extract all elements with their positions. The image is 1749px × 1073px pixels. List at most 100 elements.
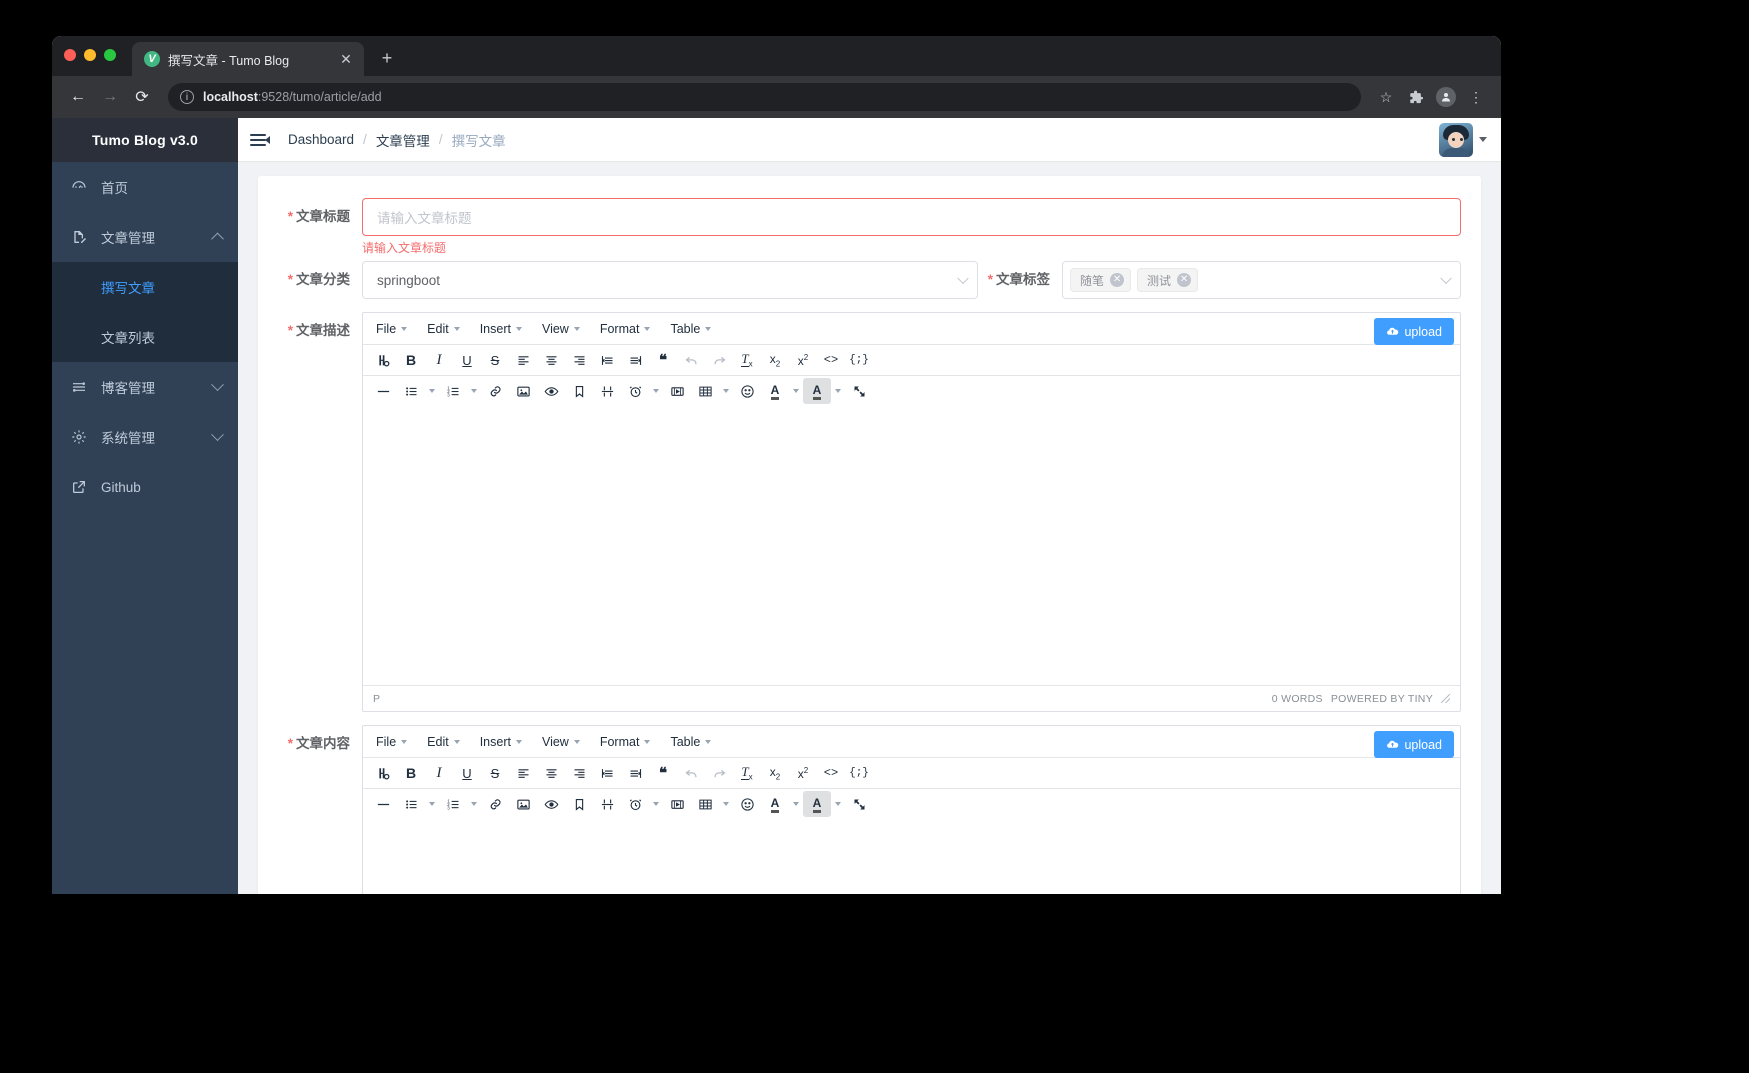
upload-button[interactable]: upload	[1374, 318, 1454, 345]
breadcrumb-item-article-management[interactable]: 文章管理	[376, 130, 430, 150]
remove-format-icon[interactable]: Tx	[733, 347, 761, 373]
bullet-list-dropdown-icon[interactable]	[425, 378, 439, 404]
emoticon-icon[interactable]	[733, 791, 761, 817]
media-icon[interactable]	[663, 791, 691, 817]
outdent-icon[interactable]	[593, 347, 621, 373]
outdent-icon[interactable]	[593, 760, 621, 786]
source-code-icon[interactable]: <>	[817, 760, 845, 786]
align-left-icon[interactable]	[509, 347, 537, 373]
breadcrumb-item-dashboard[interactable]: Dashboard	[288, 132, 354, 147]
source-code-icon[interactable]: <>	[817, 347, 845, 373]
fullscreen-icon[interactable]	[845, 378, 873, 404]
close-window-button[interactable]	[64, 49, 76, 61]
description-edit-area[interactable]	[363, 406, 1460, 685]
preview-icon[interactable]	[537, 378, 565, 404]
user-menu[interactable]	[1439, 122, 1487, 157]
media-icon[interactable]	[663, 378, 691, 404]
reload-button[interactable]: ⟳	[128, 83, 156, 111]
page-break-icon[interactable]	[593, 791, 621, 817]
strikethrough-icon[interactable]: S	[481, 760, 509, 786]
italic-icon[interactable]: I	[425, 347, 453, 373]
align-right-icon[interactable]	[565, 760, 593, 786]
text-color-dropdown-icon[interactable]	[789, 791, 803, 817]
text-color-dropdown-icon[interactable]	[789, 378, 803, 404]
align-center-icon[interactable]	[537, 347, 565, 373]
editor-menu-format[interactable]: Format	[591, 730, 660, 753]
tag-chip[interactable]: 随笔 ✕	[1070, 268, 1132, 292]
editor-menu-file[interactable]: File	[367, 730, 416, 753]
maximize-window-button[interactable]	[104, 49, 116, 61]
redo-icon[interactable]	[705, 347, 733, 373]
bullet-list-dropdown-icon[interactable]	[425, 791, 439, 817]
undo-icon[interactable]	[677, 347, 705, 373]
italic-icon[interactable]: I	[425, 760, 453, 786]
editor-menu-table[interactable]: Table	[661, 317, 720, 340]
hamburger-collapse-icon[interactable]	[250, 130, 272, 150]
text-color-icon[interactable]: A	[761, 791, 789, 817]
numbered-list-icon[interactable]: 123	[439, 791, 467, 817]
background-color-dropdown-icon[interactable]	[831, 378, 845, 404]
editor-menu-view[interactable]: View	[533, 730, 589, 753]
remove-tag-icon[interactable]: ✕	[1110, 273, 1125, 287]
insert-datetime-icon[interactable]	[621, 791, 649, 817]
editor-menu-edit[interactable]: Edit	[418, 730, 469, 753]
background-color-dropdown-icon[interactable]	[831, 791, 845, 817]
browser-menu-icon[interactable]: ⋮	[1463, 84, 1489, 110]
superscript-icon[interactable]: x2	[789, 347, 817, 373]
table-icon[interactable]	[691, 378, 719, 404]
sidebar-item-github[interactable]: Github	[52, 462, 238, 512]
emoticon-icon[interactable]	[733, 378, 761, 404]
link-icon[interactable]	[481, 378, 509, 404]
sidebar-item-home[interactable]: 首页	[52, 162, 238, 212]
searchreplace-icon[interactable]	[369, 347, 397, 373]
numbered-list-dropdown-icon[interactable]	[467, 791, 481, 817]
extensions-icon[interactable]	[1403, 84, 1429, 110]
code-sample-icon[interactable]: {;}	[845, 347, 873, 373]
image-icon[interactable]	[509, 378, 537, 404]
article-category-select[interactable]: springboot	[362, 261, 978, 299]
content-edit-area[interactable]	[363, 819, 1460, 894]
indent-icon[interactable]	[621, 760, 649, 786]
table-dropdown-icon[interactable]	[719, 791, 733, 817]
underline-icon[interactable]: U	[453, 347, 481, 373]
blockquote-icon[interactable]: ❝	[649, 347, 677, 373]
searchreplace-icon[interactable]	[369, 760, 397, 786]
blockquote-icon[interactable]: ❝	[649, 760, 677, 786]
indent-icon[interactable]	[621, 347, 649, 373]
editor-menu-file[interactable]: File	[367, 317, 416, 340]
minimize-window-button[interactable]	[84, 49, 96, 61]
editor-menu-insert[interactable]: Insert	[471, 730, 531, 753]
image-icon[interactable]	[509, 791, 537, 817]
superscript-icon[interactable]: x2	[789, 760, 817, 786]
subscript-icon[interactable]: x2	[761, 760, 789, 786]
editor-menu-view[interactable]: View	[533, 317, 589, 340]
window-traffic-lights[interactable]	[64, 49, 116, 61]
strikethrough-icon[interactable]: S	[481, 347, 509, 373]
undo-icon[interactable]	[677, 760, 705, 786]
numbered-list-dropdown-icon[interactable]	[467, 378, 481, 404]
bullet-list-icon[interactable]	[397, 791, 425, 817]
bold-icon[interactable]: B	[397, 760, 425, 786]
horizontal-rule-icon[interactable]	[369, 791, 397, 817]
sidebar-item-article-management[interactable]: 文章管理	[52, 212, 238, 262]
table-icon[interactable]	[691, 791, 719, 817]
editor-menu-insert[interactable]: Insert	[471, 317, 531, 340]
editor-menu-table[interactable]: Table	[661, 730, 720, 753]
chevron-down-icon[interactable]	[1479, 137, 1487, 142]
fullscreen-icon[interactable]	[845, 791, 873, 817]
preview-icon[interactable]	[537, 791, 565, 817]
back-button[interactable]: ←	[64, 83, 92, 111]
redo-icon[interactable]	[705, 760, 733, 786]
sidebar-subitem-article-list[interactable]: 文章列表	[52, 312, 238, 362]
insert-datetime-dropdown-icon[interactable]	[649, 378, 663, 404]
article-tags-select[interactable]: 随笔 ✕ 测试 ✕	[1062, 261, 1461, 299]
sidebar-subitem-write-article[interactable]: 撰写文章	[52, 262, 238, 312]
insert-datetime-dropdown-icon[interactable]	[649, 791, 663, 817]
remove-tag-icon[interactable]: ✕	[1177, 273, 1192, 287]
forward-button[interactable]: →	[96, 83, 124, 111]
background-color-icon[interactable]: A	[803, 791, 831, 817]
sidebar-item-blog-management[interactable]: 博客管理	[52, 362, 238, 412]
new-tab-button[interactable]: +	[376, 48, 398, 69]
link-icon[interactable]	[481, 791, 509, 817]
editor-menu-edit[interactable]: Edit	[418, 317, 469, 340]
